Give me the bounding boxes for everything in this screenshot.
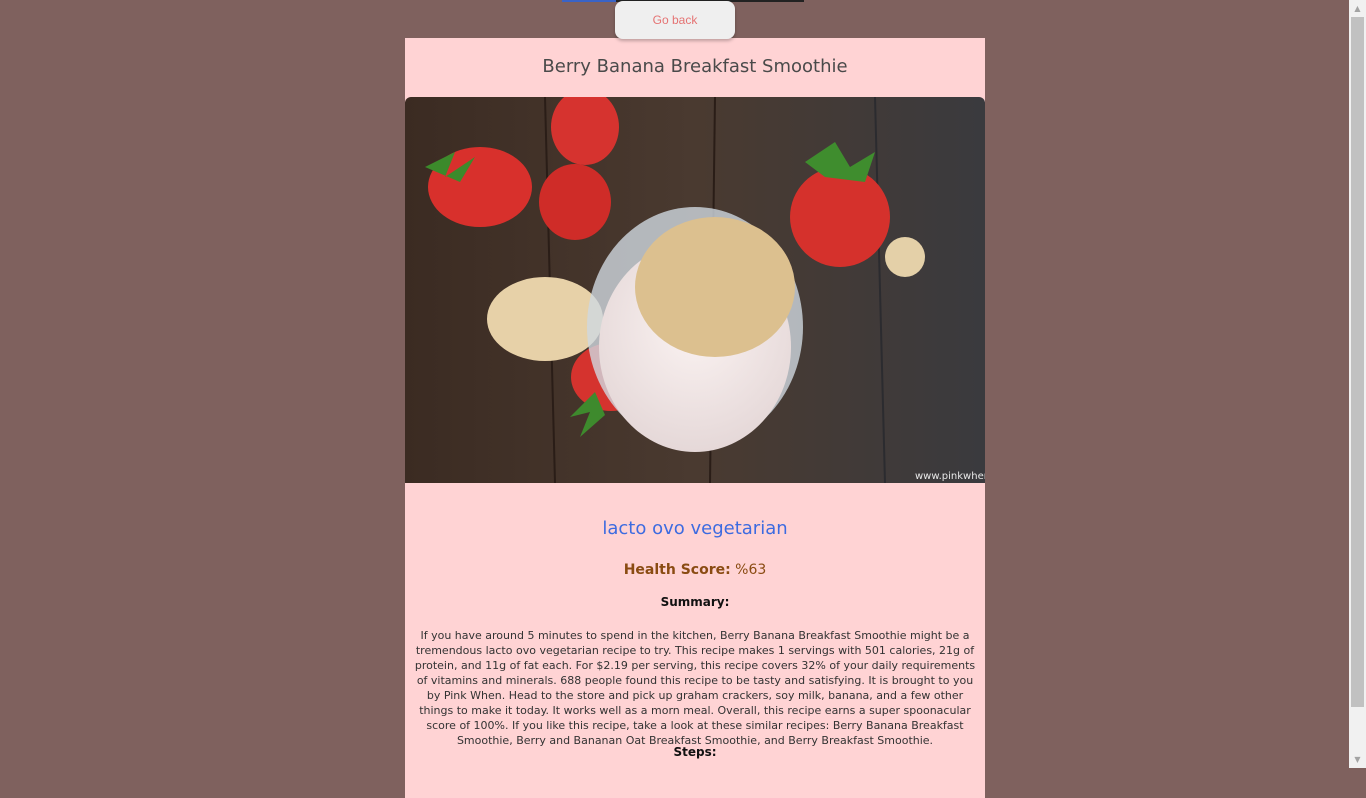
- recipe-photo: www.pinkwhen.com: [405, 97, 985, 483]
- scroll-down-arrow-icon[interactable]: ▼: [1349, 751, 1366, 768]
- photo-watermark: www.pinkwhen.com: [915, 471, 985, 482]
- health-score-value: %63: [735, 562, 767, 578]
- page-scrollbar[interactable]: ▲ ▼: [1349, 0, 1366, 768]
- health-score-label: Health Score:: [623, 562, 731, 578]
- top-nav-active-indicator: [562, 0, 616, 2]
- go-back-button[interactable]: Go back: [615, 1, 735, 39]
- scroll-up-arrow-icon[interactable]: ▲: [1349, 0, 1366, 17]
- scroll-thumb[interactable]: [1351, 17, 1364, 707]
- diet-label: lacto ovo vegetarian: [602, 518, 788, 539]
- summary-heading: Summary:: [660, 595, 730, 609]
- health-score: Health Score: %63: [405, 562, 985, 578]
- summary-text: If you have around 5 minutes to spend in…: [414, 629, 976, 747]
- recipe-title: Berry Banana Breakfast Smoothie: [542, 56, 848, 77]
- steps-heading: Steps:: [673, 745, 717, 759]
- recipe-card: Berry Banana Breakfast Smoothie www.pink…: [405, 38, 985, 798]
